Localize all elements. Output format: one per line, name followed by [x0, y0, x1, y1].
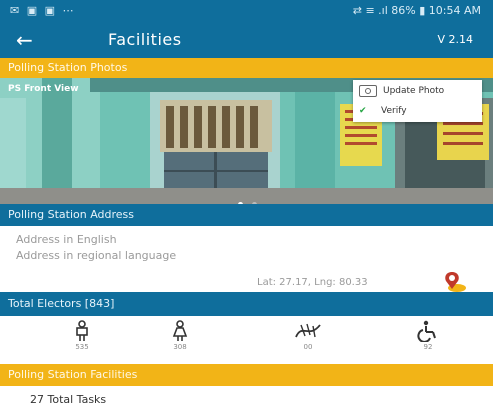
photo-caption: PS Front View	[8, 84, 79, 94]
electors-breakdown: 535 308 00 92	[0, 316, 493, 362]
version-label: V 2.14	[437, 33, 473, 46]
lat-lng-readout: Lat: 27.17, Lng: 80.33	[257, 277, 368, 288]
notification-icons: ✉ ▣ ▣ ⋯	[10, 4, 76, 17]
total-tasks-label: 27 Total Tasks	[30, 393, 107, 406]
male-icon	[76, 320, 88, 341]
update-photo-button[interactable]: Update Photo	[359, 81, 444, 101]
carousel-dot-active[interactable]	[238, 202, 243, 204]
status-bar: ✉ ▣ ▣ ⋯ ⇄ ≡ .ıl 86% ▮ 10:54 AM	[0, 0, 493, 22]
elector-male: 535	[52, 320, 112, 351]
carousel-indicator[interactable]	[238, 192, 261, 204]
wheelchair-icon	[417, 320, 436, 342]
elector-pwd: 92	[398, 320, 458, 351]
photo-action-menu: Update Photo ✔ Verify	[353, 80, 482, 122]
third-gender-count: 00	[303, 343, 313, 351]
photos-section-header: Polling Station Photos	[0, 58, 493, 78]
pwd-count: 92	[423, 343, 433, 351]
elector-third-gender: 00	[278, 320, 338, 351]
third-gender-icon	[295, 323, 321, 338]
verify-label: Verify	[381, 106, 407, 116]
address-regional: Address in regional language	[16, 249, 177, 262]
facilities-section-header: Polling Station Facilities	[0, 364, 493, 386]
address-section-header: Polling Station Address	[0, 204, 493, 226]
camera-icon	[359, 84, 377, 97]
checkmark-icon: ✔	[359, 106, 367, 116]
back-arrow-icon[interactable]: ←	[16, 28, 33, 52]
map-pin-icon[interactable]	[443, 271, 467, 293]
female-icon	[172, 320, 188, 341]
page-title: Facilities	[108, 30, 182, 49]
address-block: Address in English Address in regional l…	[0, 227, 493, 293]
update-photo-label: Update Photo	[383, 86, 445, 96]
male-count: 535	[75, 343, 89, 351]
app-bar: ← Facilities V 2.14	[0, 22, 493, 58]
elector-female: 308	[150, 320, 210, 351]
verify-button[interactable]: ✔ Verify	[359, 101, 407, 121]
carousel-dot[interactable]	[252, 202, 258, 204]
polling-station-photo[interactable]: PS Front View Update Photo ✔ Verify	[0, 78, 493, 204]
status-indicators: ⇄ ≡ .ıl 86% ▮ 10:54 AM	[352, 4, 481, 17]
female-count: 308	[173, 343, 187, 351]
address-english: Address in English	[16, 233, 117, 246]
electors-section-header: Total Electors [843]	[0, 292, 493, 316]
